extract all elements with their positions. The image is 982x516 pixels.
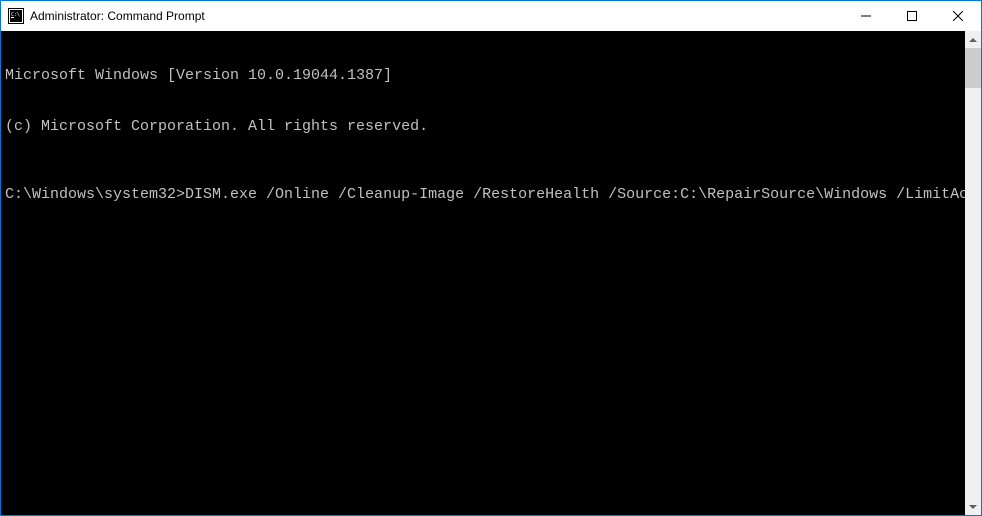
scroll-track[interactable] [965,48,981,498]
vertical-scrollbar[interactable] [965,31,981,515]
terminal-line: Microsoft Windows [Version 10.0.19044.13… [5,67,965,84]
close-button[interactable] [935,1,981,31]
terminal[interactable]: Microsoft Windows [Version 10.0.19044.13… [1,31,965,515]
titlebar[interactable]: C:\ Administrator: Command Prompt [1,1,981,31]
window-title: Administrator: Command Prompt [30,9,843,23]
scroll-thumb[interactable] [965,48,981,88]
terminal-prompt: C:\Windows\system32> [5,186,185,203]
minimize-button[interactable] [843,1,889,31]
terminal-line: (c) Microsoft Corporation. All rights re… [5,118,965,135]
maximize-button[interactable] [889,1,935,31]
terminal-prompt-line: C:\Windows\system32>DISM.exe /Online /Cl… [5,186,965,203]
command-prompt-window: C:\ Administrator: Command Prompt Micros… [0,0,982,516]
window-controls [843,1,981,31]
terminal-command: DISM.exe /Online /Cleanup-Image /Restore… [185,186,965,203]
client-area: Microsoft Windows [Version 10.0.19044.13… [1,31,981,515]
scroll-down-button[interactable] [965,498,981,515]
app-icon: C:\ [8,8,24,24]
scroll-up-button[interactable] [965,31,981,48]
